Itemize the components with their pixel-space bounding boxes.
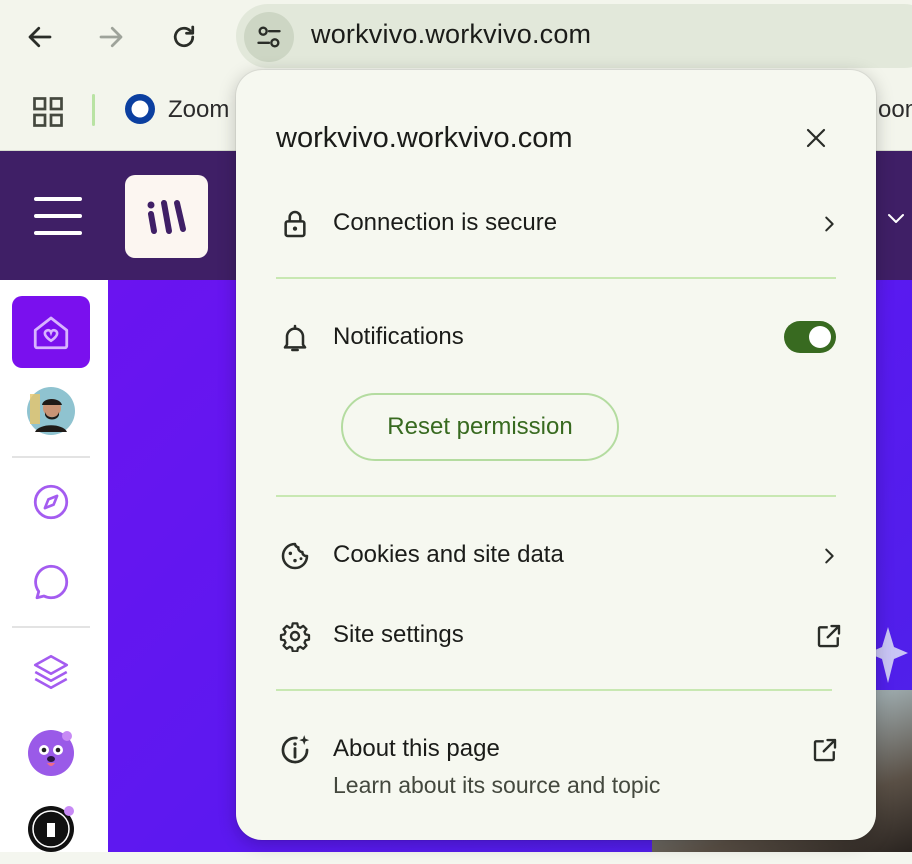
connection-label: Connection is secure (333, 209, 558, 236)
chevron-down-icon[interactable] (884, 206, 908, 230)
site-settings-label: Site settings (333, 621, 464, 648)
brand-mark-icon (147, 199, 186, 234)
notifications-label: Notifications (333, 323, 464, 350)
close-button[interactable] (800, 122, 832, 154)
gear-icon (278, 619, 312, 653)
menu-icon[interactable] (34, 197, 82, 237)
layers-icon (33, 654, 69, 690)
avatar (27, 387, 75, 435)
reset-permission-button[interactable]: Reset permission (341, 393, 619, 461)
url-text[interactable]: workvivo.workvivo.com (311, 19, 591, 50)
site-settings-row[interactable]: Site settings (268, 607, 844, 663)
home-heart-icon (33, 316, 69, 350)
popup-divider (276, 689, 832, 691)
about-label: About this page (333, 735, 500, 762)
notifications-row: Notifications (268, 309, 844, 365)
chat-bubble-icon (34, 564, 69, 600)
popup-divider (276, 277, 836, 279)
reload-icon (173, 25, 195, 48)
workvivo-logo[interactable] (125, 175, 208, 258)
cookie-icon (278, 539, 312, 573)
open-external-icon (810, 735, 840, 765)
close-icon (806, 128, 826, 148)
bell-icon (278, 321, 312, 355)
sidebar-divider (12, 626, 90, 628)
popup-divider (276, 495, 836, 497)
apps-grid-icon[interactable] (30, 94, 66, 130)
bookmark-zoom[interactable]: Zoom (168, 96, 229, 124)
forward-button[interactable] (91, 17, 131, 57)
site-info-button[interactable] (244, 12, 294, 62)
lock-icon (278, 207, 312, 241)
sidebar-item-mascot[interactable] (12, 716, 90, 788)
sidebar-item-explore[interactable] (12, 466, 90, 538)
tune-icon (257, 26, 281, 48)
sidebar-item-spaces[interactable] (12, 636, 90, 708)
mascot-icon (28, 730, 74, 776)
sidebar-item-home[interactable] (12, 296, 90, 368)
info-sparkle-icon (278, 733, 312, 767)
connection-row[interactable]: Connection is secure (268, 195, 844, 251)
cookies-row[interactable]: Cookies and site data (268, 527, 844, 583)
back-arrow-icon (28, 26, 52, 48)
compass-icon (33, 484, 69, 520)
bookmarks-divider (92, 94, 95, 126)
chevron-right-icon (814, 541, 844, 571)
chevron-right-icon (814, 209, 844, 239)
back-button[interactable] (20, 17, 60, 57)
reload-button[interactable] (164, 17, 204, 57)
bookmark-partial[interactable]: oom (878, 96, 912, 124)
sidebar-item-profile[interactable] (12, 375, 90, 447)
zoom-logo-icon[interactable] (124, 93, 156, 125)
cookies-label: Cookies and site data (333, 541, 564, 568)
pub-club-badge-icon (28, 806, 74, 852)
about-subtitle: Learn about its source and topic (333, 772, 661, 798)
site-info-popup: workvivo.workvivo.com Connection is secu… (236, 70, 876, 840)
sidebar-divider (12, 456, 90, 458)
notifications-toggle[interactable] (784, 321, 836, 353)
forward-arrow-icon (99, 26, 123, 48)
sidebar-item-pub-club[interactable] (12, 792, 90, 864)
about-page-row[interactable]: About this page (268, 721, 844, 777)
left-sidebar (0, 280, 108, 852)
popup-title: workvivo.workvivo.com (276, 122, 573, 154)
sidebar-item-chat[interactable] (12, 546, 90, 618)
open-external-icon (814, 621, 844, 651)
